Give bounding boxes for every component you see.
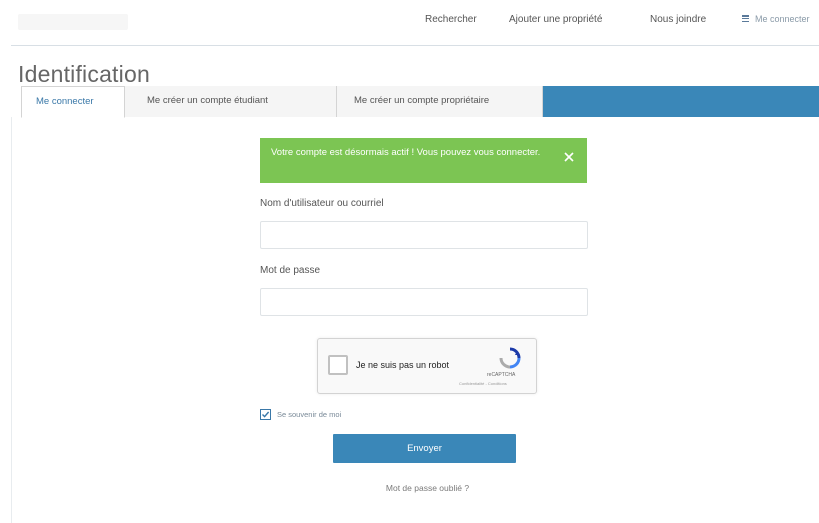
- nav-link-nous-joindre[interactable]: Nous joindre: [650, 14, 706, 25]
- top-navigation: Rechercher Ajouter une propriété Nous jo…: [0, 0, 819, 44]
- tab-compte-etudiant[interactable]: Me créer un compte étudiant: [125, 86, 337, 117]
- site-logo[interactable]: [18, 14, 128, 30]
- close-icon[interactable]: [563, 151, 575, 163]
- username-label: Nom d'utilisateur ou courriel: [260, 198, 384, 209]
- password-input[interactable]: [260, 288, 588, 316]
- username-input[interactable]: [260, 221, 588, 249]
- header-divider: [11, 45, 819, 46]
- tab-compte-proprietaire[interactable]: Me créer un compte propriétaire: [337, 86, 543, 117]
- tab-bar: Me connecter Me créer un compte étudiant…: [21, 86, 819, 118]
- forgot-password-link[interactable]: Mot de passe oublié ?: [386, 483, 469, 493]
- forgot-password-row: Mot de passe oublié ?: [0, 483, 819, 493]
- nav-login-label: Me connecter: [755, 14, 810, 24]
- submit-button[interactable]: Envoyer: [333, 434, 516, 463]
- recaptcha-label: Je ne suis pas un robot: [356, 360, 450, 370]
- recaptcha-brand: reCAPTCHA: [487, 372, 516, 378]
- page-title: Identification: [18, 61, 150, 88]
- recaptcha-widget: Je ne suis pas un robot reCAPTCHA Confid…: [317, 338, 537, 394]
- tab-me-connecter[interactable]: Me connecter: [21, 86, 125, 118]
- recaptcha-checkbox[interactable]: [328, 355, 348, 375]
- recaptcha-logo-icon: [498, 346, 522, 370]
- recaptcha-terms-link[interactable]: Confidentialité - Conditions: [459, 381, 507, 386]
- menu-icon: [742, 15, 749, 23]
- nav-login-link[interactable]: Me connecter: [742, 14, 819, 24]
- remember-me-label: Se souvenir de moi: [277, 410, 342, 419]
- alert-message: Votre compte est désormais actif ! Vous …: [271, 147, 541, 158]
- checkbox-checked-icon: [260, 409, 271, 420]
- success-alert: Votre compte est désormais actif ! Vous …: [260, 138, 587, 183]
- password-label: Mot de passe: [260, 265, 321, 276]
- nav-link-rechercher[interactable]: Rechercher: [425, 14, 477, 25]
- nav-link-ajouter-propriete[interactable]: Ajouter une propriété: [509, 14, 602, 25]
